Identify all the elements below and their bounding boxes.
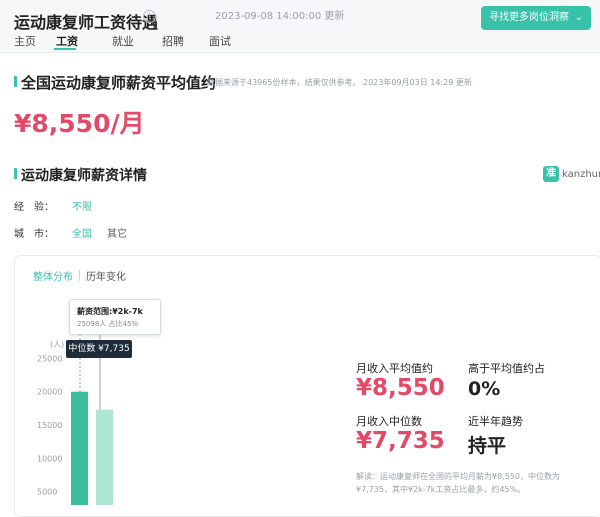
y-axis-unit: (人) [50,340,64,349]
stat-median-label: 月收入中位数 [356,415,422,428]
y-tick-label: 25000 [37,354,62,363]
bar-tooltip: 薪资范围:¥2k-7k 25098人 占比45% [69,299,161,335]
median-tag: 中位数 ¥7,735 [66,340,132,358]
tooltip-range: 薪资范围:¥2k-7k [77,307,143,316]
stat-trend-label: 近半年趋势 [468,415,523,428]
bar-1[interactable] [96,409,113,505]
y-tick-label: 5000 [37,488,57,497]
tooltip-detail: 25098人 占比45% [77,320,139,328]
stat-avg-value: ¥8,550 [356,375,445,401]
salary-distribution-chart: (人) 25000 20000 15000 10000 5000 [37,318,113,505]
stat-median-value: ¥7,735 [356,428,445,454]
y-tick-label: 15000 [37,421,62,430]
y-tick-label: 10000 [37,454,62,463]
stat-above-value: 0% [468,378,501,400]
interpretation-note: 解读：运动康复师在全国的平均月薪为¥8,550，中位数为¥7,735，其中¥2k… [356,472,560,494]
stat-above-label: 高于平均值约占 [468,362,545,375]
stat-avg-label: 月收入平均值约 [356,362,433,375]
stat-trend-value: 持平 [468,435,507,457]
y-tick-label: 20000 [37,388,62,397]
bar-0[interactable] [71,391,88,505]
